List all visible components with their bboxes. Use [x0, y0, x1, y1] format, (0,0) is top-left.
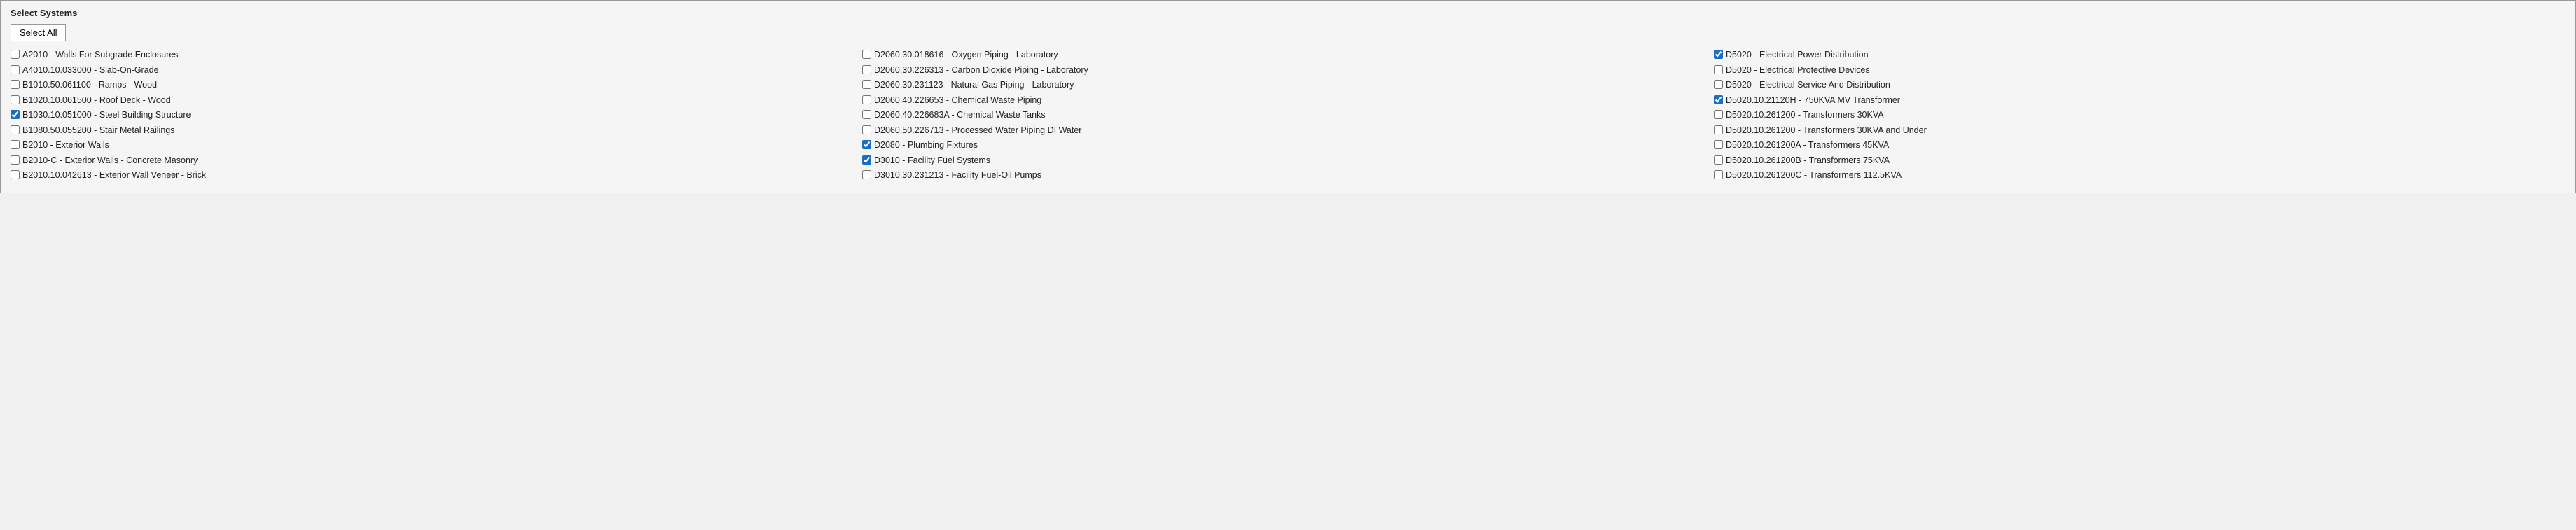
select-systems-panel: Select Systems Select All A2010 - Walls … — [0, 0, 2576, 193]
list-item: D2060.30.018616 - Oxygen Piping - Labora… — [862, 48, 1714, 62]
checkbox-label: D2060.40.226653 - Chemical Waste Piping — [874, 95, 1041, 107]
list-item: D3010.30.231213 - Facility Fuel-Oil Pump… — [862, 169, 1714, 183]
checkbox-label: D5020 - Electrical Service And Distribut… — [1726, 79, 1890, 92]
list-item: D5020.10.261200C - Transformers 112.5KVA — [1714, 169, 2565, 183]
list-item: D5020.10.21120H - 750KVA MV Transformer — [1714, 94, 2565, 108]
checkbox-B2010C[interactable] — [11, 155, 20, 165]
checkbox-label: D5020.10.261200A - Transformers 45KVA — [1726, 139, 1889, 152]
checkbox-D5020_261200_under[interactable] — [1714, 125, 1723, 134]
list-item: A4010.10.033000 - Slab-On-Grade — [11, 64, 862, 78]
column-3: D5020 - Electrical Power Distribution D50… — [1714, 48, 2565, 183]
column-2: D2060.30.018616 - Oxygen Piping - Labora… — [862, 48, 1714, 183]
checkbox-D3010[interactable] — [862, 155, 871, 165]
list-item: D2060.40.226653 - Chemical Waste Piping — [862, 94, 1714, 108]
checkbox-D5020_261200B[interactable] — [1714, 155, 1723, 165]
list-item: B1080.50.055200 - Stair Metal Railings — [11, 124, 862, 138]
checkbox-label: D3010 - Facility Fuel Systems — [874, 155, 990, 167]
list-item: D2060.40.226683A - Chemical Waste Tanks — [862, 109, 1714, 123]
checkbox-D3010_231213[interactable] — [862, 170, 871, 179]
checkbox-label: B1080.50.055200 - Stair Metal Railings — [22, 125, 175, 137]
checkbox-label: D5020.10.261200C - Transformers 112.5KVA — [1726, 169, 1902, 182]
list-item: D5020.10.261200B - Transformers 75KVA — [1714, 154, 2565, 168]
panel-title: Select Systems — [11, 8, 2565, 18]
list-item: D5020 - Electrical Power Distribution — [1714, 48, 2565, 62]
checkbox-label: B2010-C - Exterior Walls - Concrete Maso… — [22, 155, 198, 167]
checkbox-D5020_21120H[interactable] — [1714, 95, 1723, 104]
checkbox-D2060_231123[interactable] — [862, 80, 871, 89]
checkbox-label: D2060.30.231123 - Natural Gas Piping - L… — [874, 79, 1074, 92]
checkbox-D5020[interactable] — [1714, 50, 1723, 59]
list-item: B2010-C - Exterior Walls - Concrete Maso… — [11, 154, 862, 168]
list-item: B2010.10.042613 - Exterior Wall Veneer -… — [11, 169, 862, 183]
checkbox-B1020[interactable] — [11, 95, 20, 104]
checkbox-D2060_226713[interactable] — [862, 125, 871, 134]
checkbox-D2060_226653[interactable] — [862, 95, 871, 104]
list-item: D2060.30.231123 - Natural Gas Piping - L… — [862, 78, 1714, 92]
checkbox-label: D2060.30.226313 - Carbon Dioxide Piping … — [874, 64, 1088, 77]
checkbox-label: D2060.30.018616 - Oxygen Piping - Labora… — [874, 49, 1058, 62]
checkbox-label: B2010 - Exterior Walls — [22, 139, 109, 152]
checkbox-label: D5020.10.261200 - Transformers 30KVA — [1726, 109, 1884, 122]
checkbox-label: D3010.30.231213 - Facility Fuel-Oil Pump… — [874, 169, 1041, 182]
checkbox-label: D5020.10.261200B - Transformers 75KVA — [1726, 155, 1890, 167]
checkbox-D5020_261200C[interactable] — [1714, 170, 1723, 179]
list-item: D5020.10.261200A - Transformers 45KVA — [1714, 139, 2565, 153]
list-item: D3010 - Facility Fuel Systems — [862, 154, 1714, 168]
checkbox-B1080[interactable] — [11, 125, 20, 134]
checkbox-D5020_261200[interactable] — [1714, 110, 1723, 119]
checkbox-label: D2060.40.226683A - Chemical Waste Tanks — [874, 109, 1046, 122]
checkbox-D5020_service[interactable] — [1714, 80, 1723, 89]
select-all-button[interactable]: Select All — [11, 24, 66, 41]
checkbox-label: B2010.10.042613 - Exterior Wall Veneer -… — [22, 169, 206, 182]
list-item: B1030.10.051000 - Steel Building Structu… — [11, 109, 862, 123]
checkbox-label: D5020.10.261200 - Transformers 30KVA and… — [1726, 125, 1927, 137]
checkbox-D5020_261200A[interactable] — [1714, 140, 1723, 149]
list-item: B1010.50.061100 - Ramps - Wood — [11, 78, 862, 92]
checkbox-A2010[interactable] — [11, 50, 20, 59]
checkbox-label: D2060.50.226713 - Processed Water Piping… — [874, 125, 1081, 137]
column-1: A2010 - Walls For Subgrade Enclosures A40… — [11, 48, 862, 183]
checkbox-B1030[interactable] — [11, 110, 20, 119]
list-item: B2010 - Exterior Walls — [11, 139, 862, 153]
checkbox-D5020_protective[interactable] — [1714, 65, 1723, 74]
checkbox-label: B1030.10.051000 - Steel Building Structu… — [22, 109, 191, 122]
checkbox-D2080[interactable] — [862, 140, 871, 149]
list-item: B1020.10.061500 - Roof Deck - Wood — [11, 94, 862, 108]
checkbox-label: B1020.10.061500 - Roof Deck - Wood — [22, 95, 171, 107]
checkbox-label: D5020 - Electrical Protective Devices — [1726, 64, 1870, 77]
checkbox-label: A4010.10.033000 - Slab-On-Grade — [22, 64, 159, 77]
list-item: D5020.10.261200 - Transformers 30KVA — [1714, 109, 2565, 123]
checkbox-B1010_50[interactable] — [11, 80, 20, 89]
list-item: D2060.50.226713 - Processed Water Piping… — [862, 124, 1714, 138]
checkbox-D2060_226683A[interactable] — [862, 110, 871, 119]
checkbox-label: D2080 - Plumbing Fixtures — [874, 139, 978, 152]
checkbox-B2010_042613[interactable] — [11, 170, 20, 179]
checkbox-D2060_018616[interactable] — [862, 50, 871, 59]
checkbox-A4010[interactable] — [11, 65, 20, 74]
systems-columns: A2010 - Walls For Subgrade Enclosures A40… — [11, 48, 2565, 183]
list-item: D5020.10.261200 - Transformers 30KVA and… — [1714, 124, 2565, 138]
checkbox-label: B1010.50.061100 - Ramps - Wood — [22, 79, 157, 92]
checkbox-D2060_226313[interactable] — [862, 65, 871, 74]
checkbox-B2010[interactable] — [11, 140, 20, 149]
checkbox-label: A2010 - Walls For Subgrade Enclosures — [22, 49, 179, 62]
list-item: D5020 - Electrical Service And Distribut… — [1714, 78, 2565, 92]
list-item: D2060.30.226313 - Carbon Dioxide Piping … — [862, 64, 1714, 78]
list-item: D5020 - Electrical Protective Devices — [1714, 64, 2565, 78]
list-item: A2010 - Walls For Subgrade Enclosures — [11, 48, 862, 62]
checkbox-label: D5020.10.21120H - 750KVA MV Transformer — [1726, 95, 1900, 107]
checkbox-label: D5020 - Electrical Power Distribution — [1726, 49, 1869, 62]
list-item: D2080 - Plumbing Fixtures — [862, 139, 1714, 153]
